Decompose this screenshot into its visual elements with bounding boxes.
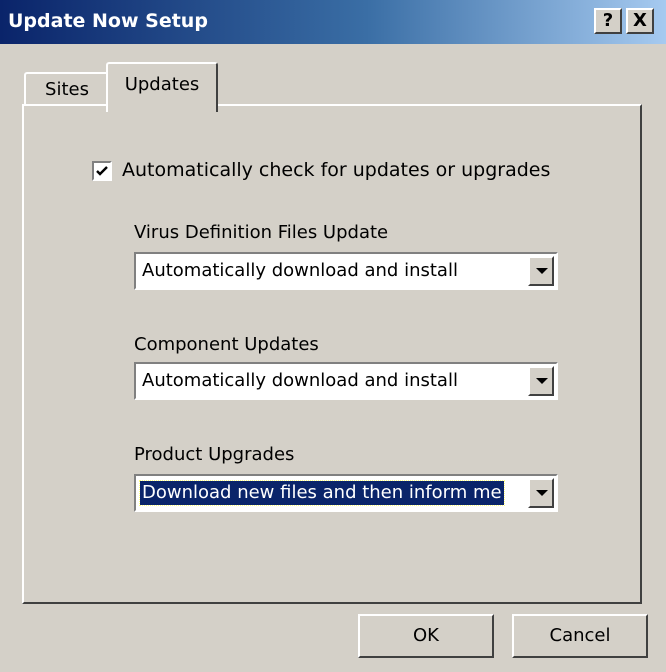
product-upgrades-value: Download new files and then inform me [139,480,505,506]
chevron-down-icon[interactable] [528,366,554,396]
help-icon: ? [602,10,614,31]
tab-sites[interactable]: Sites [24,72,110,108]
chevron-down-icon[interactable] [528,256,554,286]
close-button[interactable]: X [626,8,654,34]
virus-definition-value: Automatically download and install [142,260,458,281]
title-bar: Update Now Setup ? X [0,0,666,44]
ok-button[interactable]: OK [358,614,494,658]
close-icon: X [633,10,647,31]
tab-updates[interactable]: Updates [106,62,218,112]
auto-check-label[interactable]: Automatically check for updates or upgra… [122,159,550,181]
product-upgrades-label: Product Upgrades [134,444,295,465]
dialog-window: Update Now Setup ? X Sites Updates Autom… [0,0,666,672]
component-updates-select[interactable]: Automatically download and install [134,362,558,400]
component-updates-value: Automatically download and install [142,370,458,391]
component-updates-label: Component Updates [134,334,319,355]
checkmark-icon [96,166,108,176]
auto-check-checkbox[interactable] [92,161,112,181]
product-upgrades-select[interactable]: Download new files and then inform me [134,474,558,512]
window-title: Update Now Setup [8,10,208,32]
virus-definition-select[interactable]: Automatically download and install [134,252,558,290]
cancel-button[interactable]: Cancel [512,614,648,658]
help-button[interactable]: ? [594,8,622,34]
chevron-down-icon[interactable] [528,478,554,508]
virus-definition-label: Virus Definition Files Update [134,222,389,243]
tab-updates-label: Updates [124,74,200,95]
tab-sites-label: Sites [45,79,89,100]
